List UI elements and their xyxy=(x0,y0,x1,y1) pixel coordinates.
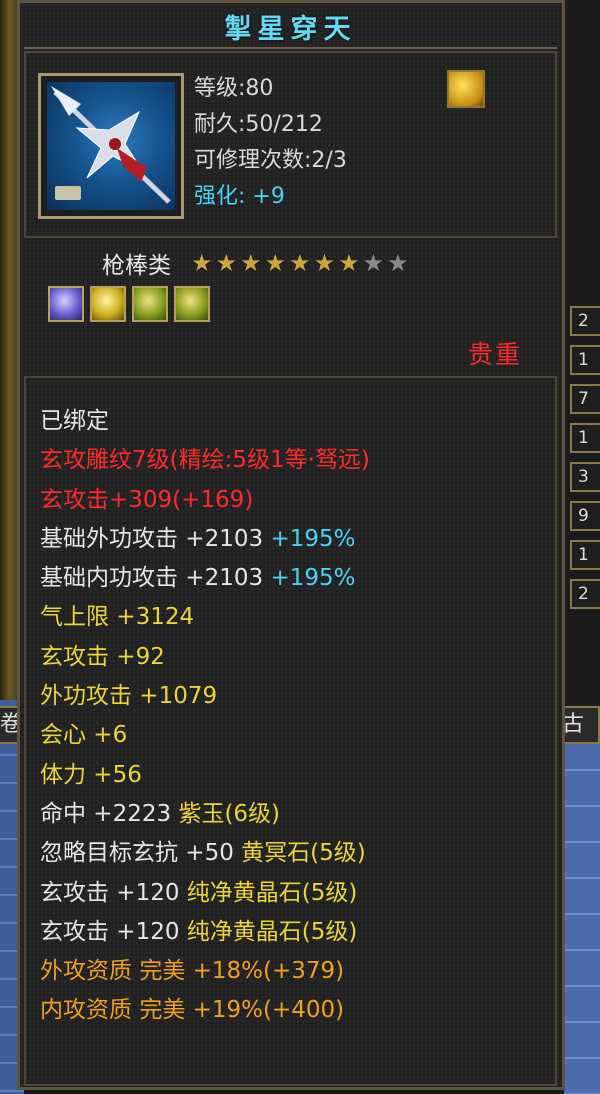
attribute-text: +195% xyxy=(270,565,356,592)
attribute-line: 玄攻击+309(+169) xyxy=(40,481,370,520)
attribute-line: 已绑定 xyxy=(40,402,370,441)
attribute-text: 内攻资质 xyxy=(40,997,140,1024)
enhance-value: +9 xyxy=(252,184,285,209)
edge-button-right[interactable]: 古情 xyxy=(560,706,600,744)
attribute-line: 基础内功攻击 +2103 +195% xyxy=(40,559,370,598)
item-repairs: 可修理次数:2/3 xyxy=(194,148,347,173)
side-tab[interactable]: 2 xyxy=(570,306,600,336)
gold-flame-icon[interactable] xyxy=(447,70,485,108)
attribute-line: 基础外功攻击 +2103 +195% xyxy=(40,520,370,559)
attribute-line: 玄攻雕纹7级(精绘:5级1等·驽远) xyxy=(40,441,370,480)
attribute-text: 玄攻雕纹7级(精绘:5级1等·驽远) xyxy=(40,447,370,474)
item-level: 等级:80 xyxy=(194,76,274,101)
side-tab[interactable]: 7 xyxy=(570,384,600,414)
side-tab[interactable]: 3 xyxy=(570,462,600,492)
side-tab[interactable]: 1 xyxy=(570,345,600,375)
item-durability: 耐久:50/212 xyxy=(194,112,323,137)
attribute-line: 玄攻击 +120 纯净黄晶石(5级) xyxy=(40,913,370,952)
star-empty-icon: ★ xyxy=(387,249,409,277)
attribute-box: 已绑定玄攻雕纹7级(精绘:5级1等·驽远) 玄攻击+309(+169) 基础外功攻击… xyxy=(24,376,557,1086)
attribute-text: 已绑定 xyxy=(40,408,109,434)
star-filled-icon: ★ xyxy=(191,249,213,277)
attribute-text: 玄攻击 +120 xyxy=(40,918,187,945)
attribute-text: 忽略目标玄抗 +50 xyxy=(40,840,242,867)
attribute-text: 体力 +56 xyxy=(40,761,142,788)
attribute-text: 黄冥石(5级) xyxy=(241,840,366,867)
attribute-text: 完美 +19%(+400) xyxy=(139,997,345,1024)
green-gem-icon[interactable] xyxy=(132,286,168,322)
attribute-text: 基础外功攻击 +2103 xyxy=(40,525,271,552)
item-icon-frame[interactable] xyxy=(38,73,184,219)
attribute-line: 会心 +6 xyxy=(40,716,370,755)
attribute-text: 命中 +2223 xyxy=(40,800,179,827)
attribute-line: 命中 +2223 紫玉(6级) xyxy=(40,795,370,834)
star-rating: ★ ★ ★ ★ ★ ★ ★ ★ ★ xyxy=(191,251,412,275)
yellow-gem-icon[interactable] xyxy=(90,286,126,322)
item-tooltip-panel: 掣星穿天 等级:80 耐久:50/212 可修理次数:2/3 强化: +9 枪棒… xyxy=(17,0,565,1090)
side-tab-list: 21713912 xyxy=(570,306,600,618)
side-tab[interactable]: 2 xyxy=(570,579,600,609)
purple-gem-icon[interactable] xyxy=(48,286,84,322)
attribute-line: 内攻资质 完美 +19%(+400) xyxy=(40,991,370,1030)
attribute-line: 外功攻击 +1079 xyxy=(40,677,370,716)
star-filled-icon: ★ xyxy=(338,249,360,277)
attribute-text: 玄攻击 +92 xyxy=(40,643,165,670)
attribute-text: 紫玉(6级) xyxy=(178,800,281,827)
attribute-line: 玄攻击 +92 xyxy=(40,638,370,677)
gem-sockets xyxy=(48,286,216,322)
attribute-text: 纯净黄晶石(5级) xyxy=(186,879,358,906)
star-filled-icon: ★ xyxy=(240,249,262,277)
attribute-text: 外功攻击 +1079 xyxy=(40,683,218,710)
star-filled-icon: ★ xyxy=(264,249,287,277)
item-stats: 等级:80 耐久:50/212 可修理次数:2/3 强化: +9 xyxy=(194,71,347,215)
attribute-line: 外攻资质 完美 +18%(+379) xyxy=(40,952,370,991)
attribute-text: 会心 +6 xyxy=(40,722,128,749)
item-enhance: 强化: +9 xyxy=(194,179,347,215)
attribute-line: 忽略目标玄抗 +50 黄冥石(5级) xyxy=(40,834,370,873)
background-right-floor xyxy=(564,735,600,1094)
star-empty-icon: ★ xyxy=(362,249,385,277)
enhance-label: 强化: xyxy=(194,184,246,209)
attribute-text: 基础内功攻击 +2103 xyxy=(40,565,271,592)
spear-icon xyxy=(47,82,175,210)
edge-button-right-label: 古情 xyxy=(562,712,585,737)
attribute-text: 外攻资质 xyxy=(40,958,140,985)
side-tab[interactable]: 9 xyxy=(570,501,600,531)
green-gem-icon[interactable] xyxy=(174,286,210,322)
item-name: 掣星穿天 xyxy=(224,13,357,45)
side-tab[interactable]: 1 xyxy=(570,423,600,453)
attribute-line: 气上限 +3124 xyxy=(40,598,370,637)
side-tab[interactable]: 1 xyxy=(570,540,600,570)
item-category: 枪棒类 xyxy=(102,253,171,279)
category-row: 枪棒类 ★ ★ ★ ★ ★ ★ ★ ★ ★ xyxy=(102,246,412,280)
star-filled-icon: ★ xyxy=(289,249,311,277)
attribute-line: 体力 +56 xyxy=(40,756,370,795)
attribute-text: 完美 +18%(+379) xyxy=(139,958,345,985)
attribute-text: 玄攻击+309(+169) xyxy=(40,486,254,513)
rarity-label: 贵重 xyxy=(467,340,522,369)
attribute-text: 气上限 +3124 xyxy=(40,604,195,631)
attribute-line: 玄攻击 +120 纯净黄晶石(5级) xyxy=(40,874,370,913)
title-bar: 掣星穿天 xyxy=(24,5,557,49)
attribute-list: 已绑定玄攻雕纹7级(精绘:5级1等·驽远) 玄攻击+309(+169) 基础外功攻击… xyxy=(40,402,370,1031)
star-filled-icon: ★ xyxy=(215,249,238,277)
item-header: 等级:80 耐久:50/212 可修理次数:2/3 强化: +9 xyxy=(24,51,557,238)
attribute-text: 纯净黄晶石(5级) xyxy=(186,918,358,945)
attribute-text: +195% xyxy=(270,525,356,552)
star-filled-icon: ★ xyxy=(313,249,336,277)
attribute-text: 玄攻击 +120 xyxy=(40,879,187,906)
